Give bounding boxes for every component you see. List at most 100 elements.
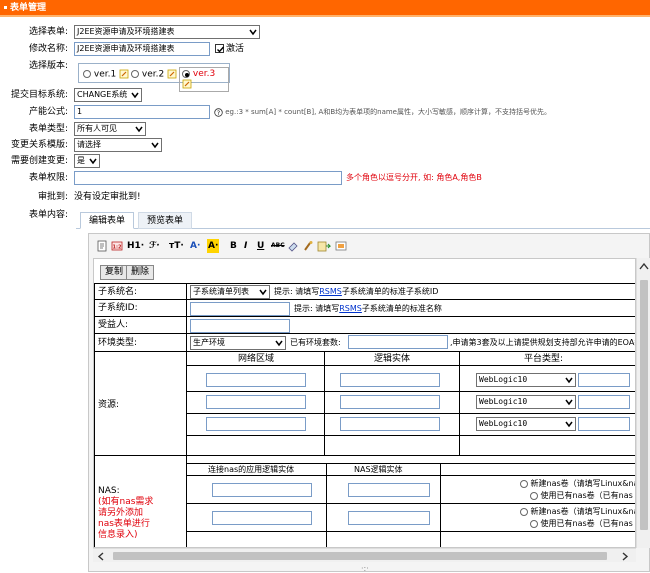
tab-edit-form[interactable]: 编辑表单 (80, 212, 135, 229)
highlight-color-icon[interactable]: A· (207, 239, 220, 253)
editor-content[interactable]: 复制 删除 子系统名: 子系统清单列表 提示: 请填写RSMS子系统清单的标准子… (93, 258, 636, 548)
existing-env-label: 已有环境套数: (290, 338, 341, 347)
chevron-down-icon (564, 374, 574, 386)
brush-icon[interactable] (302, 239, 314, 253)
nas-entity-input[interactable] (348, 483, 430, 497)
activate-checkbox[interactable] (215, 44, 225, 53)
chevron-down-icon (248, 26, 258, 38)
italic-icon[interactable]: I (244, 239, 247, 253)
env-type-dropdown[interactable]: 生产环境 (190, 336, 286, 350)
version-option-1[interactable]: ver.1 (83, 69, 129, 80)
nas-entity-input[interactable] (348, 511, 430, 525)
subsystem-id-input[interactable] (190, 302, 290, 316)
strikethrough-icon[interactable]: ABC (271, 239, 285, 253)
logical-entity-input[interactable] (340, 395, 440, 409)
bold-icon[interactable]: B (230, 239, 237, 253)
version-option-2[interactable]: ver.2 (131, 69, 177, 80)
font-family-icon[interactable]: ℱ· (149, 239, 160, 253)
network-zone-input[interactable] (206, 395, 306, 409)
need-change-dropdown[interactable]: 是 (74, 154, 100, 168)
activate-checkbox-group[interactable]: 激活 (215, 41, 244, 57)
nas-new-volume-option[interactable]: 新建nas卷（请填写Linux&nas (520, 506, 635, 518)
svg-text:?: ? (217, 110, 220, 117)
nas-use-existing-option[interactable]: 使用已有nas卷（已有nas (530, 518, 633, 530)
subsystem-name-dropdown[interactable]: 子系统清单列表 (190, 285, 270, 299)
pencil-icon[interactable] (119, 69, 129, 79)
table-border (94, 299, 635, 300)
radio-icon[interactable] (520, 479, 528, 488)
tab-preview-form[interactable]: 预览表单 (138, 212, 193, 229)
platform-version-input[interactable] (578, 373, 630, 387)
network-zone-input[interactable] (206, 417, 306, 431)
template-icon[interactable]: 1:2 (111, 239, 123, 253)
nas-app-entity-input[interactable] (212, 511, 312, 525)
change-template-label: 变更关系模版: (10, 140, 68, 150)
permission-row: 表单权限: 多个角色以逗号分开, 如: 角色A,角色B (0, 170, 650, 186)
source-icon[interactable] (97, 239, 108, 253)
radio-icon[interactable] (530, 519, 538, 528)
paste-icon[interactable] (317, 239, 331, 253)
scroll-right-icon[interactable] (621, 552, 629, 561)
beneficiary-input[interactable] (190, 319, 290, 333)
vertical-scroll-thumb[interactable] (640, 280, 648, 530)
change-template-dropdown[interactable]: 请选择 (74, 138, 162, 152)
platform-dropdown[interactable]: WebLogic10 (476, 373, 576, 387)
formula-label: 产能公式: (28, 107, 68, 117)
approval-value: 没有设定审批到! (74, 192, 141, 202)
font-color-icon[interactable]: A· (190, 239, 200, 253)
nas-app-entity-input[interactable] (212, 483, 312, 497)
scroll-left-icon[interactable] (97, 552, 105, 561)
table-border (186, 531, 635, 532)
pencil-icon[interactable] (167, 69, 177, 79)
delete-button[interactable]: 删除 (126, 265, 155, 280)
radio-icon[interactable] (530, 491, 538, 500)
formula-input[interactable]: 1 (74, 105, 210, 119)
underline-icon[interactable]: U (257, 239, 264, 253)
rename-label: 修改名称: (28, 44, 68, 54)
form-type-label: 表单类型: (28, 124, 68, 134)
radio-icon[interactable] (520, 507, 528, 516)
existing-env-input[interactable] (348, 335, 448, 349)
vertical-scrollbar[interactable] (636, 258, 650, 548)
image-icon[interactable] (335, 239, 347, 253)
network-zone-input[interactable] (206, 373, 306, 387)
form-type-row: 表单类型: 所有人可见 (0, 121, 650, 137)
platform-version-input[interactable] (578, 395, 630, 409)
scroll-up-icon[interactable] (639, 262, 649, 270)
copy-button[interactable]: 复制 (100, 265, 129, 280)
subsystem-id-label: 子系统ID: (98, 303, 138, 313)
logical-entity-input[interactable] (340, 417, 440, 431)
table-border (94, 283, 95, 547)
nas-use-existing-option[interactable]: 使用已有nas卷（已有nas (530, 490, 633, 502)
env-type-note: ,申请第3套及以上请提供规划支持部允许申请的EOA签 (450, 338, 636, 347)
rename-input[interactable]: J2EE资源申请及环境搭建表 (74, 42, 210, 56)
subsystem-name-label: 子系统名: (98, 287, 138, 297)
chevron-down-icon (258, 286, 268, 298)
eraser-icon[interactable] (287, 239, 299, 253)
target-system-dropdown[interactable]: CHANGE系统 (74, 88, 142, 102)
help-icon: ? (214, 107, 223, 117)
form-type-dropdown[interactable]: 所有人可见 (74, 122, 146, 136)
nas-new-volume-option[interactable]: 新建nas卷（请填写Linux&nas (520, 478, 635, 490)
rsms-link[interactable]: RSMS (319, 287, 342, 296)
radio-icon[interactable] (83, 70, 91, 78)
rename-row: 修改名称: J2EE资源申请及环境搭建表 激活 (0, 41, 650, 57)
platform-version-input[interactable] (578, 417, 630, 431)
horizontal-scrollbar[interactable] (93, 548, 636, 562)
table-border (94, 283, 635, 284)
radio-icon[interactable] (131, 70, 139, 78)
font-size-icon[interactable]: тT· (169, 239, 184, 253)
permission-hint: 多个角色以逗号分开, 如: 角色A,角色B (346, 173, 482, 182)
select-form-dropdown[interactable]: J2EE资源申请及环境搭建表 (74, 25, 260, 39)
platform-dropdown[interactable]: WebLogic10 (476, 395, 576, 409)
heading-icon[interactable]: H1· (127, 239, 144, 253)
rsms-link[interactable]: RSMS (339, 304, 362, 313)
resources-header-logical: 逻辑实体 (374, 354, 411, 364)
radio-selected-icon[interactable] (182, 69, 190, 78)
table-border (186, 435, 635, 436)
target-system-label: 提交目标系统: (10, 90, 68, 100)
platform-dropdown[interactable]: WebLogic10 (476, 417, 576, 431)
permission-input[interactable] (74, 171, 342, 185)
horizontal-scroll-thumb[interactable] (113, 552, 607, 560)
logical-entity-input[interactable] (340, 373, 440, 387)
